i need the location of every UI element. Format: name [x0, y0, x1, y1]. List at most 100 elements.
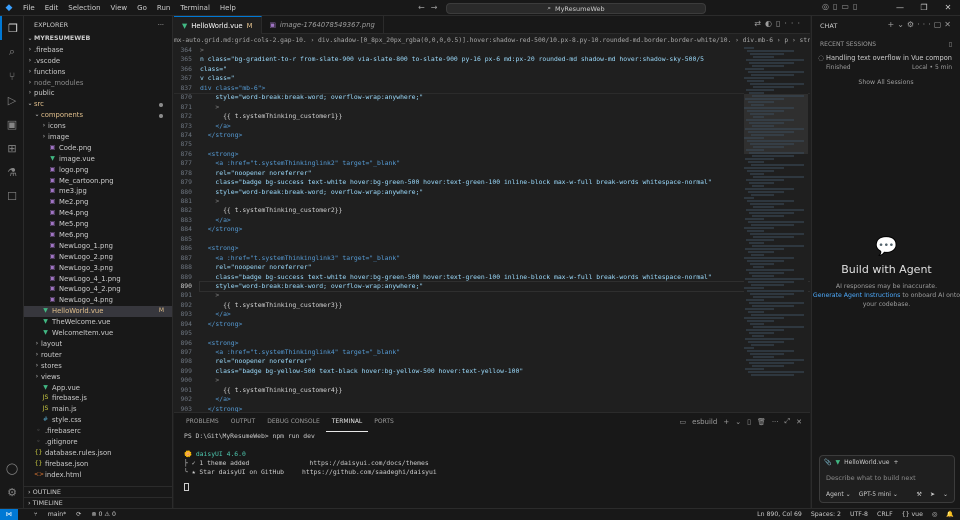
menu-item[interactable]: View: [106, 0, 133, 16]
code-line[interactable]: 365 n class="bg-gradient-to-r from-slate-…: [174, 55, 810, 65]
code-line[interactable]: 893 </a>: [174, 310, 810, 319]
code-line[interactable]: 870 style="word-break:break-word; overfl…: [174, 93, 810, 102]
menu-item[interactable]: Run: [152, 0, 175, 16]
folder-item[interactable]: › .vscode: [24, 56, 172, 67]
attach-icon[interactable]: 📎: [824, 459, 831, 466]
indentation[interactable]: Spaces: 2: [811, 509, 841, 520]
file-item[interactable]: ▼ TheWelcome.vue: [24, 317, 172, 328]
layout-controls[interactable]: ◎▯▭▯: [822, 2, 861, 11]
folder-item[interactable]: › icons: [24, 121, 172, 132]
file-item[interactable]: ▼ image.vue: [24, 154, 172, 165]
more-actions-icon[interactable]: ···: [784, 19, 804, 28]
close-icon[interactable]: ✕: [936, 0, 960, 16]
folder-item[interactable]: › public: [24, 88, 172, 99]
file-item[interactable]: # style.css: [24, 415, 172, 426]
code-line[interactable]: 837 div class="mb-6">: [174, 83, 810, 94]
close-icon[interactable]: ✕: [944, 20, 954, 29]
file-item[interactable]: ▣ NewLogo_2.png: [24, 252, 172, 263]
file-item[interactable]: ▼ WelcomeItem.vue: [24, 328, 172, 339]
menu-item[interactable]: Help: [215, 0, 241, 16]
cursor-position[interactable]: Ln 890, Col 69: [757, 509, 802, 520]
code-line[interactable]: 892 {{ t.systemThinking_customer3}}: [174, 301, 810, 310]
timeline-section[interactable]: › TIMELINE: [24, 497, 172, 508]
file-item[interactable]: JS firebase.js: [24, 393, 172, 404]
folder-item[interactable]: › .firebase: [24, 45, 172, 56]
folder-item[interactable]: › layout: [24, 339, 172, 350]
sync-icon[interactable]: ⟳: [76, 511, 81, 518]
file-item[interactable]: ▣ NewLogo_1.png: [24, 241, 172, 252]
folder-item[interactable]: › views: [24, 372, 172, 383]
code-line[interactable]: 890 style="word-break:break-word; overfl…: [174, 280, 810, 293]
code-line[interactable]: 884 </strong>: [174, 225, 810, 234]
file-item[interactable]: ▣ NewLogo_3.png: [24, 263, 172, 274]
panel-tab[interactable]: DEBUG CONSOLE: [261, 413, 326, 431]
tab-helloworld-vue[interactable]: ▼ HelloWorld.vue M: [174, 16, 262, 34]
code-line[interactable]: 876 <strong>: [174, 150, 810, 159]
code-line[interactable]: 886 <strong>: [174, 244, 810, 253]
code-line[interactable]: 898 rel="noopener noreferrer": [174, 357, 810, 366]
maximize-icon[interactable]: ❐: [912, 0, 936, 16]
more-actions-icon[interactable]: ···: [917, 20, 934, 29]
code-line[interactable]: 364 >: [174, 46, 810, 56]
code-editor[interactable]: 364 >365 n class="bg-gradient-to-r from-sl…: [174, 46, 810, 412]
code-line[interactable]: 896 <strong>: [174, 339, 810, 348]
code-line[interactable]: 889 class="badge bg-success text-white h…: [174, 273, 810, 282]
remote-explorer-icon[interactable]: ▣: [0, 112, 24, 136]
settings-icon[interactable]: ⚙: [907, 20, 917, 29]
code-line[interactable]: 878 rel="noopener noreferrer": [174, 169, 810, 178]
more-actions-icon[interactable]: ···: [772, 418, 779, 426]
docker-icon[interactable]: ☐: [0, 184, 24, 208]
trash-icon[interactable]: 🗑: [757, 418, 766, 426]
file-item[interactable]: ▼ HelloWorld.vue M: [24, 306, 172, 318]
folder-item[interactable]: › functions: [24, 67, 172, 78]
file-item[interactable]: ▣ NewLogo_4_2.png: [24, 284, 172, 295]
generate-instructions-link[interactable]: Generate Agent Instructions: [813, 292, 901, 299]
forward-arrow-icon[interactable]: →: [431, 3, 444, 12]
run-debug-icon[interactable]: ▷: [0, 88, 24, 112]
chevron-down-icon[interactable]: ⌄: [943, 491, 948, 498]
file-item[interactable]: ▣ Code.png: [24, 143, 172, 154]
code-line[interactable]: 871 >: [174, 103, 810, 112]
folder-item[interactable]: › node_modules: [24, 78, 172, 89]
line-endings[interactable]: CRLF: [877, 509, 893, 520]
code-line[interactable]: 881 >: [174, 197, 810, 206]
send-icon[interactable]: ➤: [930, 491, 935, 498]
panel-tab[interactable]: TERMINAL: [325, 413, 369, 432]
file-item[interactable]: ▼ App.vue: [24, 383, 172, 394]
code-line[interactable]: 882 {{ t.systemThinking_customer2}}: [174, 206, 810, 215]
extensions-icon[interactable]: ⊞: [0, 136, 24, 160]
file-item[interactable]: {} firebase.json: [24, 459, 172, 470]
encoding[interactable]: UTF-8: [850, 509, 868, 520]
chevron-down-icon[interactable]: ⌄: [735, 418, 741, 426]
language-mode[interactable]: {} vue: [902, 509, 923, 520]
new-chat-icon[interactable]: +: [888, 20, 898, 29]
file-item[interactable]: ▣ Me5.png: [24, 219, 172, 230]
file-item[interactable]: ▣ logo.png: [24, 165, 172, 176]
code-line[interactable]: 877 <a :href="t.systemThinkinglink2" tar…: [174, 159, 810, 168]
testing-icon[interactable]: ⚗: [0, 160, 24, 184]
code-line[interactable]: 899 class="badge bg-yellow-500 text-blac…: [174, 367, 810, 376]
code-line[interactable]: 879 class="badge bg-success text-white h…: [174, 178, 810, 187]
mode-picker[interactable]: Agent ⌄: [826, 491, 851, 498]
file-item[interactable]: ▣ Me6.png: [24, 230, 172, 241]
code-line[interactable]: 873 </a>: [174, 122, 810, 131]
code-line[interactable]: 875: [174, 140, 810, 149]
code-line[interactable]: 872 {{ t.systemThinking_customer1}}: [174, 112, 810, 121]
file-item[interactable]: {} database.rules.json: [24, 448, 172, 459]
chevron-down-icon[interactable]: ⌄: [897, 20, 907, 29]
code-line[interactable]: 897 <a :href="t.systemThinkinglink4" tar…: [174, 348, 810, 357]
panel-tab[interactable]: OUTPUT: [225, 413, 261, 431]
file-item[interactable]: ◦ .gitignore: [24, 437, 172, 448]
source-control-icon[interactable]: ⑂: [0, 64, 24, 88]
code-line[interactable]: 366 class=": [174, 64, 810, 75]
manage-gear-icon[interactable]: ⚙: [0, 480, 24, 504]
tab-image-png[interactable]: ▣ image-1764078549367.png: [262, 16, 384, 34]
more-actions-icon[interactable]: ···: [158, 21, 164, 29]
explorer-icon[interactable]: ❐: [0, 16, 24, 40]
file-item[interactable]: <> index.html: [24, 470, 172, 481]
code-line[interactable]: 367 v class=": [174, 74, 810, 84]
maximize-panel-icon[interactable]: ⤢: [785, 417, 791, 426]
folder-item[interactable]: › image: [24, 132, 172, 143]
code-line[interactable]: 880 style="word-break:break-word; overfl…: [174, 188, 810, 197]
nav-arrows[interactable]: ←→: [418, 3, 443, 12]
